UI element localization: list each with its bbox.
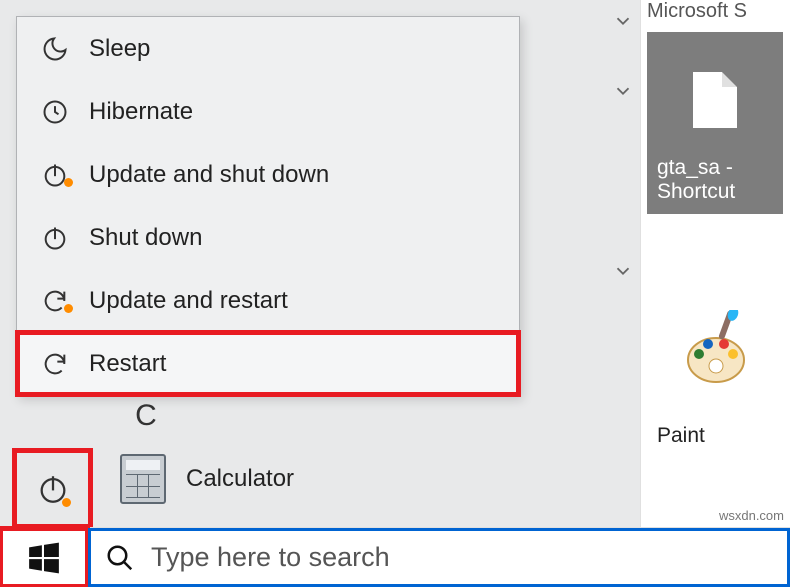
app-label: Calculator bbox=[186, 465, 294, 493]
watermark: wsxdn.com bbox=[719, 508, 784, 523]
tile-gta-shortcut[interactable]: gta_sa - Shortcut bbox=[647, 32, 783, 214]
power-update-icon bbox=[36, 472, 70, 506]
update-dot-icon bbox=[62, 498, 71, 507]
power-menu-update-shutdown[interactable]: Update and shut down bbox=[17, 143, 519, 206]
power-menu-shutdown[interactable]: Shut down bbox=[17, 206, 519, 269]
calculator-icon bbox=[120, 454, 166, 504]
app-list-item-calculator[interactable]: Calculator bbox=[120, 454, 294, 504]
update-dot-icon bbox=[64, 178, 73, 187]
menu-item-label: Restart bbox=[75, 350, 166, 378]
chevron-down-icon[interactable] bbox=[606, 254, 640, 288]
tile-paint[interactable]: Paint bbox=[647, 268, 783, 458]
apps-alpha-header[interactable]: C bbox=[126, 396, 166, 436]
taskbar-search[interactable] bbox=[88, 528, 790, 587]
chevron-down-icon[interactable] bbox=[606, 4, 640, 38]
power-update-icon bbox=[35, 161, 75, 189]
search-icon bbox=[105, 543, 135, 573]
menu-item-label: Hibernate bbox=[75, 98, 193, 126]
menu-item-label: Update and shut down bbox=[75, 161, 329, 189]
tile-label: Paint bbox=[657, 424, 773, 448]
clock-icon bbox=[35, 98, 75, 126]
update-dot-icon bbox=[64, 304, 73, 313]
chevron-down-icon[interactable] bbox=[606, 74, 640, 108]
power-menu-update-restart[interactable]: Update and restart bbox=[17, 269, 519, 332]
restart-icon bbox=[35, 350, 75, 378]
power-menu-sleep[interactable]: Sleep bbox=[17, 17, 519, 80]
power-button[interactable] bbox=[14, 450, 91, 527]
power-menu-hibernate[interactable]: Hibernate bbox=[17, 80, 519, 143]
power-menu: Sleep Hibernate Update and shut down Shu… bbox=[16, 16, 520, 396]
taskbar bbox=[0, 527, 790, 587]
tile-group-label[interactable]: Microsoft S bbox=[641, 0, 790, 26]
power-menu-restart[interactable]: Restart bbox=[17, 332, 519, 395]
start-button[interactable] bbox=[0, 528, 88, 587]
windows-logo-icon bbox=[27, 541, 61, 575]
restart-update-icon bbox=[35, 287, 75, 315]
moon-icon bbox=[35, 35, 75, 63]
menu-item-label: Update and restart bbox=[75, 287, 288, 315]
tile-label: Shortcut bbox=[657, 180, 773, 204]
tile-label: gta_sa - bbox=[657, 156, 773, 180]
file-icon-fold bbox=[722, 72, 737, 87]
search-input[interactable] bbox=[149, 541, 787, 574]
start-left-rail bbox=[14, 450, 91, 527]
start-tiles-column: Microsoft S gta_sa - Shortcut Paint bbox=[640, 0, 790, 527]
tile-group-chevrons bbox=[606, 0, 640, 288]
menu-item-label: Sleep bbox=[75, 35, 150, 63]
menu-item-label: Shut down bbox=[75, 224, 202, 252]
paint-icon bbox=[685, 310, 747, 388]
power-icon bbox=[35, 224, 75, 252]
